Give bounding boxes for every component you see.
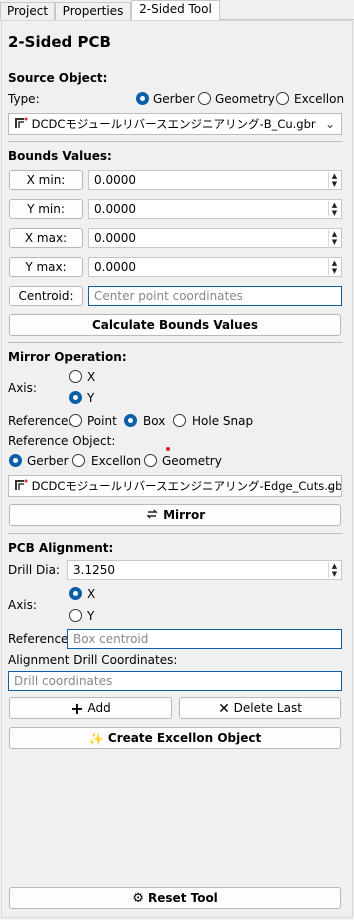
ref-object-geometry-radio[interactable] xyxy=(144,454,157,467)
mirror-button[interactable]: Mirror xyxy=(9,504,341,526)
drill-dia-label: Drill Dia: xyxy=(8,563,60,577)
ref-object-excellon-radio[interactable] xyxy=(72,454,85,467)
divider xyxy=(8,342,342,343)
alignment-reference-label: Reference: xyxy=(8,632,73,646)
drill-dia-field[interactable]: 3.1250 ▲ ▼ xyxy=(67,560,342,580)
tab-bar: Project Properties 2-Sided Tool xyxy=(0,0,354,21)
alignment-reference-field[interactable]: Box centroid xyxy=(67,629,342,649)
reference-point-radio[interactable] xyxy=(69,414,82,427)
delete-last-button[interactable]: ✕ Delete Last xyxy=(179,697,341,719)
y-min-field[interactable]: 0.0000 ▲ ▼ xyxy=(88,199,342,219)
bounds-values-heading: Bounds Values: xyxy=(8,149,112,163)
reference-hole-snap-label: Hole Snap xyxy=(192,414,254,428)
alignment-axis-x-label: X xyxy=(87,587,96,601)
type-gerber-label: Gerber xyxy=(153,92,195,106)
mirror-icon xyxy=(145,506,159,526)
tab-2-sided-tool[interactable]: 2-Sided Tool xyxy=(131,0,220,21)
reference-object-select[interactable]: DCDCモジュールリバースエンジニアリング-Edge_Cuts.gbr ⌄ xyxy=(8,475,342,497)
centroid-field[interactable]: Center point coordinates xyxy=(88,286,342,306)
add-button[interactable]: + Add xyxy=(9,697,172,719)
centroid-button[interactable]: Centroid: xyxy=(9,286,83,306)
tab-properties[interactable]: Properties xyxy=(55,2,131,20)
source-object-select[interactable]: DCDCモジュールリバースエンジニアリング-B_Cu.gbr ⌄ xyxy=(8,113,342,135)
alignment-axis-y-radio[interactable] xyxy=(69,609,82,622)
y-min-button[interactable]: Y min: xyxy=(9,199,83,219)
reset-tool-button[interactable]: ⚙ Reset Tool xyxy=(9,887,341,909)
gear-icon: ⚙ xyxy=(132,890,144,906)
alignment-axis-label: Axis: xyxy=(8,598,37,612)
alignment-axis-x-radio[interactable] xyxy=(69,587,82,600)
chevron-down-icon: ⌄ xyxy=(324,479,335,493)
x-min-button[interactable]: X min: xyxy=(9,170,83,190)
indicator-dot xyxy=(166,447,170,451)
y-max-field[interactable]: 0.0000 ▲ ▼ xyxy=(88,257,342,277)
chevron-down-icon: ⌄ xyxy=(324,117,335,131)
y-max-button[interactable]: Y max: xyxy=(9,257,83,277)
reference-point-label: Point xyxy=(87,414,117,428)
mirror-reference-label: Reference: xyxy=(8,414,73,428)
alignment-axis-y-label: Y xyxy=(87,609,95,623)
y-max-spinner[interactable]: ▲ ▼ xyxy=(328,259,340,275)
source-object-heading: Source Object: xyxy=(8,71,108,85)
x-max-button[interactable]: X max: xyxy=(9,228,83,248)
reference-object-value: DCDCモジュールリバースエンジニアリング-Edge_Cuts.gbr xyxy=(31,479,342,493)
drill-dia-spinner[interactable]: ▲ ▼ xyxy=(328,562,340,578)
y-min-spinner[interactable]: ▲ ▼ xyxy=(328,201,340,217)
close-icon: ✕ xyxy=(218,700,230,717)
mirror-axis-label: Axis: xyxy=(8,381,37,395)
type-excellon-label: Excellon xyxy=(294,92,345,106)
pcb-alignment-heading: PCB Alignment: xyxy=(8,541,114,555)
mirror-operation-heading: Mirror Operation: xyxy=(8,350,127,364)
ref-object-geometry-label: Geometry xyxy=(162,454,222,468)
create-excellon-button[interactable]: ✨ Create Excellon Object xyxy=(9,727,341,749)
x-min-spinner[interactable]: ▲ ▼ xyxy=(328,172,340,188)
sparkle-icon: ✨ xyxy=(88,731,104,746)
reference-box-radio[interactable] xyxy=(124,414,137,427)
divider xyxy=(8,141,342,142)
reference-box-label: Box xyxy=(143,414,166,428)
mirror-axis-y-label: Y xyxy=(87,391,95,405)
alignment-coords-label: Alignment Drill Coordinates: xyxy=(8,653,178,667)
type-label: Type: xyxy=(8,92,40,106)
plus-icon: + xyxy=(70,698,84,718)
calculate-bounds-button[interactable]: Calculate Bounds Values xyxy=(9,314,341,336)
type-geometry-radio[interactable] xyxy=(198,92,211,105)
mirror-axis-x-label: X xyxy=(87,370,96,384)
ref-object-excellon-label: Excellon xyxy=(91,454,142,468)
reference-hole-snap-radio[interactable] xyxy=(173,414,186,427)
ref-object-gerber-radio[interactable] xyxy=(9,454,22,467)
drill-coordinates-field[interactable]: Drill coordinates xyxy=(8,671,342,691)
x-min-field[interactable]: 0.0000 ▲ ▼ xyxy=(88,170,342,190)
source-object-value: DCDCモジュールリバースエンジニアリング-B_Cu.gbr xyxy=(31,117,316,131)
gerber-file-icon xyxy=(14,477,28,497)
divider xyxy=(8,533,342,534)
gerber-file-icon xyxy=(14,115,28,135)
type-gerber-radio[interactable] xyxy=(136,92,149,105)
x-max-field[interactable]: 0.0000 ▲ ▼ xyxy=(88,228,342,248)
type-geometry-label: Geometry xyxy=(215,92,275,106)
ref-object-gerber-label: Gerber xyxy=(27,454,69,468)
type-excellon-radio[interactable] xyxy=(276,92,289,105)
tab-project[interactable]: Project xyxy=(0,2,55,20)
x-max-spinner[interactable]: ▲ ▼ xyxy=(328,230,340,246)
mirror-axis-x-radio[interactable] xyxy=(69,370,82,383)
mirror-axis-y-radio[interactable] xyxy=(69,391,82,404)
reference-object-label: Reference Object: xyxy=(8,434,116,448)
page-title: 2-Sided PCB xyxy=(8,33,111,51)
